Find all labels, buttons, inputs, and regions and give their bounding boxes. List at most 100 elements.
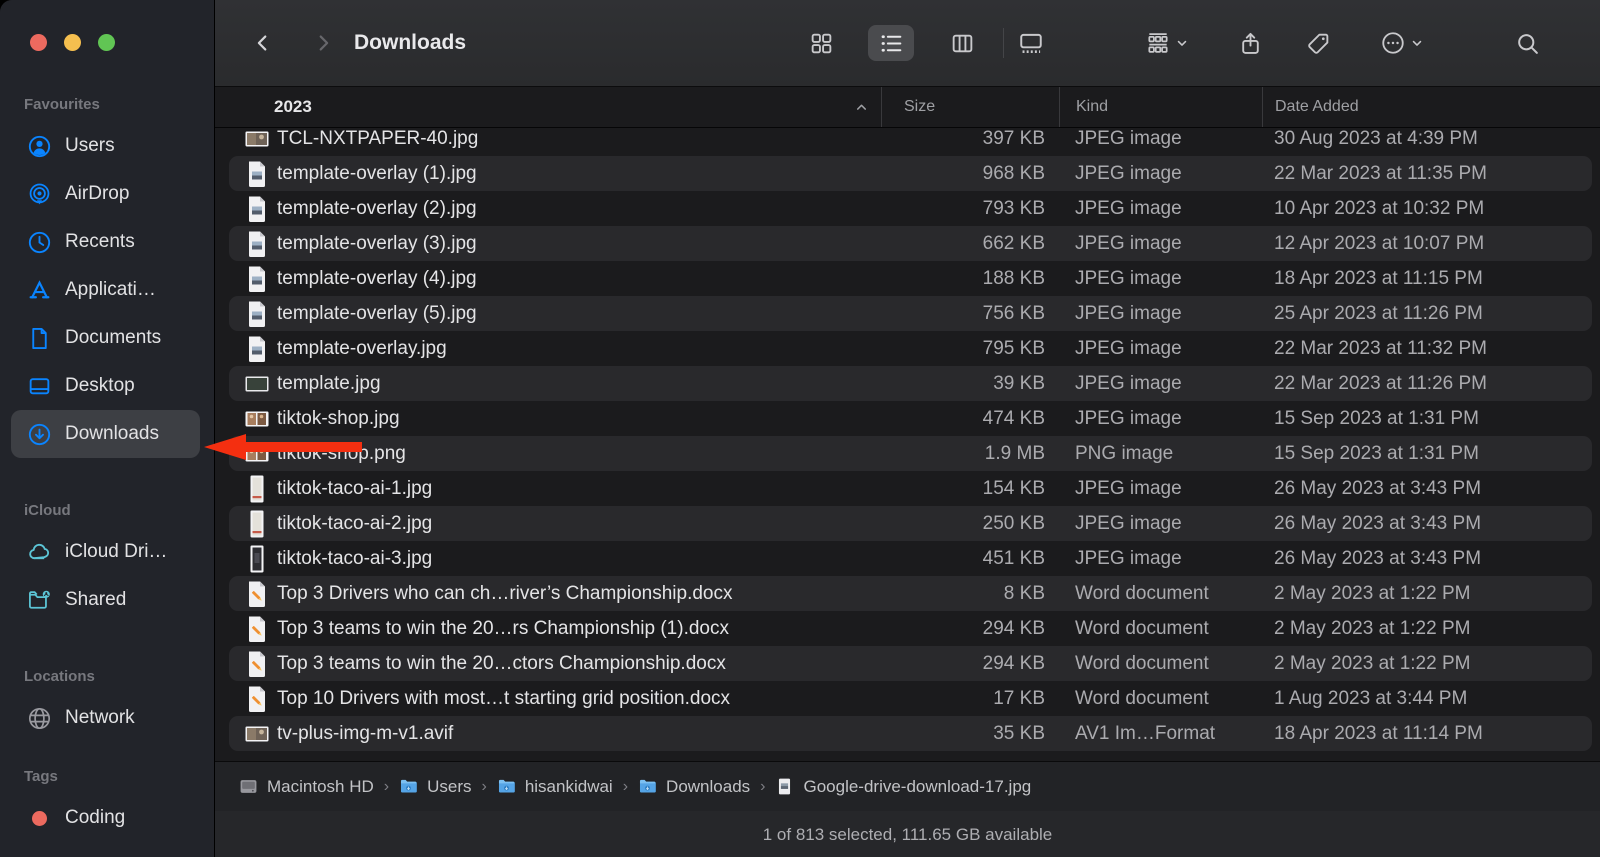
table-row[interactable]: Top 3 teams to win the 20…ctors Champion… xyxy=(229,646,1592,681)
column-header-date-added[interactable]: Date Added xyxy=(1262,87,1600,127)
file-image-icon xyxy=(775,777,794,796)
file-name: tiktok-taco-ai-3.jpg xyxy=(277,547,433,569)
list-view-button[interactable] xyxy=(868,25,914,61)
file-kind: JPEG image xyxy=(1075,372,1182,394)
sidebar-item-label: Documents xyxy=(65,327,162,348)
table-row[interactable]: tiktok-taco-ai-1.jpg 154 KB JPEG image 2… xyxy=(229,471,1592,506)
sidebar-section-label: Favourites xyxy=(24,96,100,113)
file-date-added: 2 May 2023 at 1:22 PM xyxy=(1274,652,1471,674)
file-size: 756 KB xyxy=(982,302,1045,324)
column-header-kind[interactable]: Kind xyxy=(1059,87,1262,127)
tag-dot-icon xyxy=(27,806,52,831)
table-row[interactable]: template-overlay (1).jpg 968 KB JPEG ima… xyxy=(229,156,1592,191)
icon-view-button[interactable] xyxy=(798,25,844,61)
desktop-icon xyxy=(27,374,52,399)
list-header: 2023 Size Kind Date Added xyxy=(215,87,1600,128)
sidebar-item-downloads[interactable]: Downloads xyxy=(11,410,200,458)
sidebar-item-desktop[interactable]: Desktop xyxy=(11,362,200,410)
file-kind: JPEG image xyxy=(1075,512,1182,534)
file-list: TCL-NXTPAPER-40.jpg 397 KB JPEG image 30… xyxy=(215,127,1600,761)
gallery-view-button[interactable] xyxy=(1008,25,1054,61)
word-file-icon xyxy=(245,580,269,608)
sidebar-item-icloud-dri[interactable]: iCloud Dri… xyxy=(11,528,200,576)
group-header: 2023 xyxy=(274,97,312,116)
breadcrumb-google-drive-download-17-jpg[interactable]: Google-drive-download-17.jpg xyxy=(775,777,1031,797)
file-date-added: 1 Aug 2023 at 3:44 PM xyxy=(1274,687,1468,709)
forward-button[interactable] xyxy=(300,25,346,61)
sidebar-item-users[interactable]: Users xyxy=(11,122,200,170)
minimize-button[interactable] xyxy=(64,34,81,51)
column-view-button[interactable] xyxy=(939,25,985,61)
table-row[interactable]: tv-plus-img-m-v1.avif 35 KB AV1 Im…Forma… xyxy=(229,716,1592,751)
sidebar-item-recents[interactable]: Recents xyxy=(11,218,200,266)
more-actions-button[interactable] xyxy=(1366,25,1438,61)
table-row[interactable]: template-overlay.jpg 795 KB JPEG image 2… xyxy=(229,331,1592,366)
sidebar-item-documents[interactable]: Documents xyxy=(11,314,200,362)
hdd-icon xyxy=(239,777,258,796)
sidebar-item-applicati[interactable]: Applicati… xyxy=(11,266,200,314)
sidebar-item-shared[interactable]: Shared xyxy=(11,576,200,624)
breadcrumb-label: Macintosh HD xyxy=(267,776,374,796)
sidebar-section: Favourites Users AirDrop Recents Applica… xyxy=(0,88,214,458)
toolbar-divider xyxy=(1003,28,1004,58)
page-image-file-icon xyxy=(245,230,269,258)
breadcrumb-macintosh-hd[interactable]: Macintosh HD xyxy=(239,777,374,797)
column-header-name[interactable]: 2023 xyxy=(229,87,881,127)
sidebar-item-network[interactable]: Network xyxy=(11,694,200,742)
doc-icon xyxy=(27,326,52,351)
sidebar-item-airdrop[interactable]: AirDrop xyxy=(11,170,200,218)
table-row[interactable]: template-overlay (5).jpg 756 KB JPEG ima… xyxy=(229,296,1592,331)
search-button[interactable] xyxy=(1504,25,1550,61)
file-size: 39 KB xyxy=(993,372,1045,394)
table-row[interactable]: tiktok-taco-ai-3.jpg 451 KB JPEG image 2… xyxy=(229,541,1592,576)
breadcrumb-label: Users xyxy=(427,776,472,796)
thumb-tall-file-icon xyxy=(245,475,269,503)
sidebar-item-label: AirDrop xyxy=(65,183,130,204)
file-date-added: 22 Mar 2023 at 11:35 PM xyxy=(1274,162,1487,184)
folder-icon xyxy=(399,777,418,796)
page-image-file-icon xyxy=(245,160,269,188)
tag-dot-icon xyxy=(27,854,52,857)
close-button[interactable] xyxy=(30,34,47,51)
breadcrumb-downloads[interactable]: Downloads xyxy=(638,777,750,797)
table-row[interactable]: Top 3 Drivers who can ch…river’s Champio… xyxy=(229,576,1592,611)
toolbar: Downloads xyxy=(215,0,1600,87)
column-header-size[interactable]: Size xyxy=(881,87,1059,127)
breadcrumb-label: Downloads xyxy=(666,776,751,796)
word-file-icon xyxy=(245,685,269,713)
table-row[interactable]: template.jpg 39 KB JPEG image 22 Mar 202… xyxy=(229,366,1592,401)
file-kind: JPEG image xyxy=(1075,162,1182,184)
file-kind: JPEG image xyxy=(1075,302,1182,324)
file-size: 397 KB xyxy=(982,127,1045,149)
file-name: tv-plus-img-m-v1.avif xyxy=(277,722,454,744)
thumb-tall-file-icon xyxy=(245,510,269,538)
window-controls xyxy=(30,34,115,51)
table-row[interactable]: tiktok-shop.png 1.9 MB PNG image 15 Sep … xyxy=(229,436,1592,471)
table-row[interactable]: template-overlay (2).jpg 793 KB JPEG ima… xyxy=(229,191,1592,226)
breadcrumb-hisankidwai[interactable]: hisankidwai xyxy=(497,777,613,797)
sidebar-item-photos[interactable]: Photos xyxy=(11,842,200,857)
tags-button[interactable] xyxy=(1295,25,1341,61)
table-row[interactable]: Top 10 Drivers with most…t starting grid… xyxy=(229,681,1592,716)
sidebar-item-label: Users xyxy=(65,135,115,156)
breadcrumb-users[interactable]: Users xyxy=(399,776,472,797)
file-size: 474 KB xyxy=(982,407,1045,429)
table-row[interactable]: TCL-NXTPAPER-40.jpg 397 KB JPEG image 30… xyxy=(229,127,1592,156)
file-date-added: 15 Sep 2023 at 1:31 PM xyxy=(1274,442,1479,464)
table-row[interactable]: Top 3 teams to win the 20…rs Championshi… xyxy=(229,611,1592,646)
back-button[interactable] xyxy=(240,25,286,61)
group-by-button[interactable] xyxy=(1131,25,1203,61)
chevron-down-icon xyxy=(1177,40,1187,46)
sidebar-section-label: Locations xyxy=(24,668,95,685)
share-button[interactable] xyxy=(1227,25,1273,61)
sidebar-section: Locations Network xyxy=(0,660,214,742)
file-date-added: 2 May 2023 at 1:22 PM xyxy=(1274,582,1471,604)
file-size: 250 KB xyxy=(982,512,1045,534)
table-row[interactable]: template-overlay (4).jpg 188 KB JPEG ima… xyxy=(229,261,1592,296)
table-row[interactable]: template-overlay (3).jpg 662 KB JPEG ima… xyxy=(229,226,1592,261)
table-row[interactable]: tiktok-shop.jpg 474 KB JPEG image 15 Sep… xyxy=(229,401,1592,436)
table-row[interactable]: tiktok-taco-ai-2.jpg 250 KB JPEG image 2… xyxy=(229,506,1592,541)
sidebar-sections: Favourites Users AirDrop Recents Applica… xyxy=(0,88,214,857)
sidebar-item-coding[interactable]: Coding xyxy=(11,794,200,842)
zoom-button[interactable] xyxy=(98,34,115,51)
